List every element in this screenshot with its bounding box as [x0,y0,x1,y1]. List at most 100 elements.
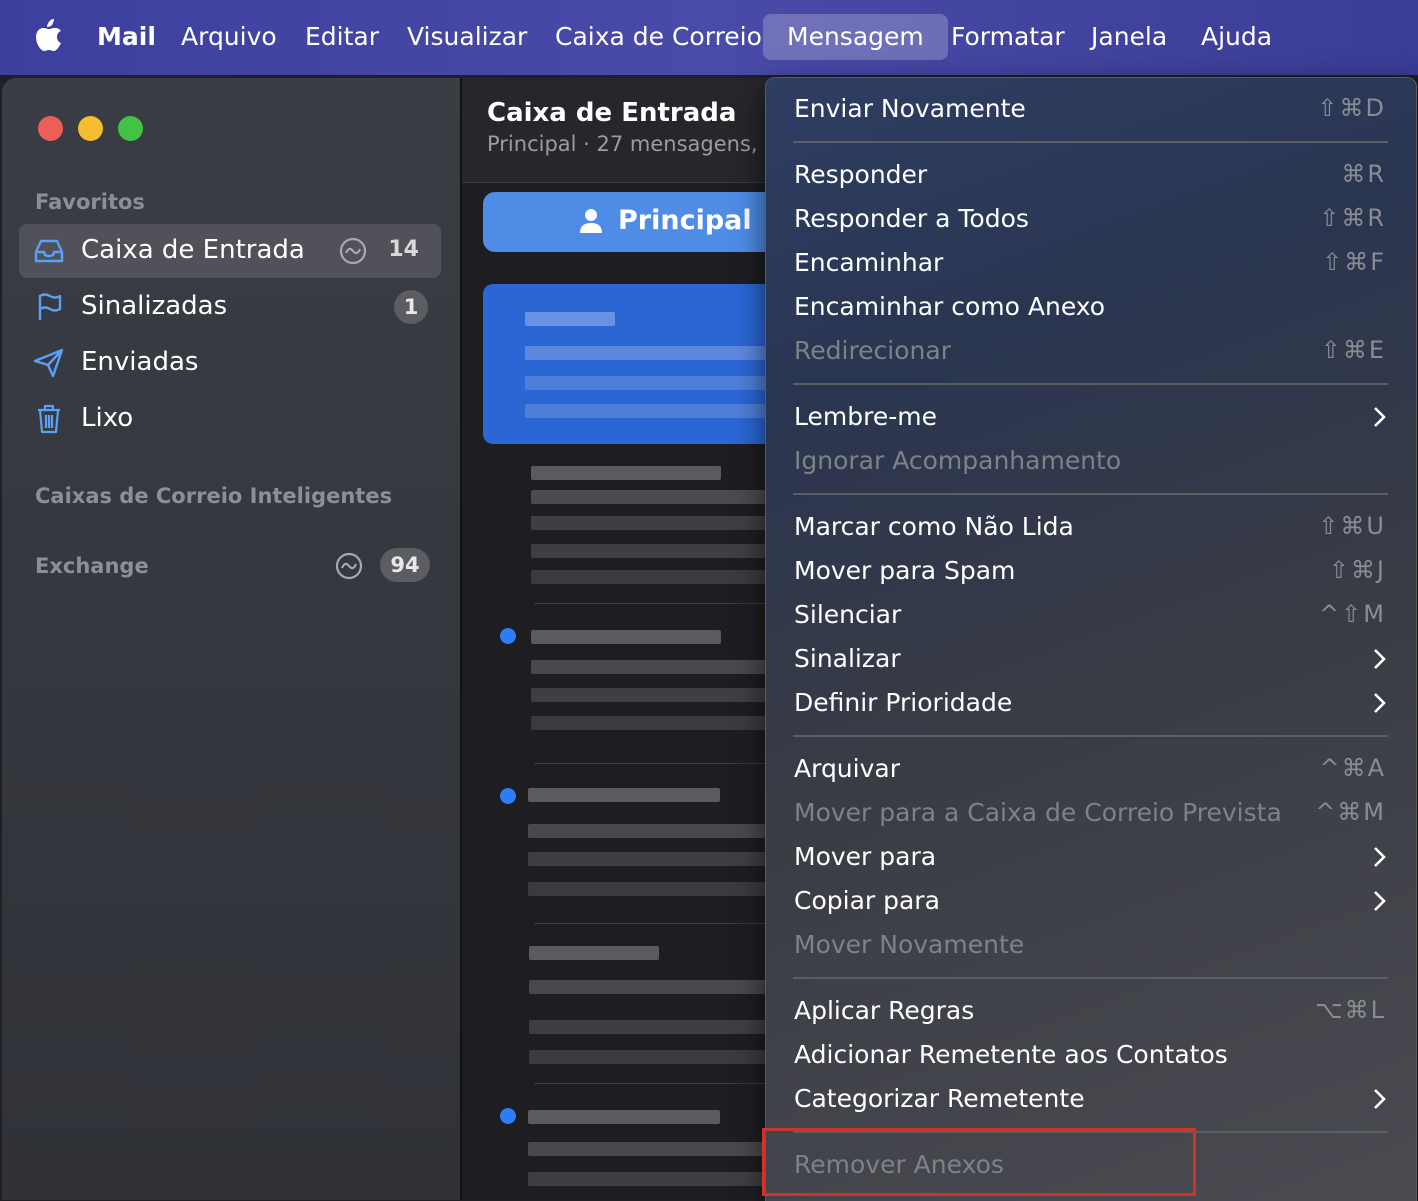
sidebar-item-inbox[interactable]: Caixa de Entrada 14 [19,224,441,278]
blurred-text [531,716,791,730]
menu-item-label: Encaminhar [794,248,944,277]
inbox-icon [34,239,64,263]
menu-item-categorizar-remetente[interactable]: Categorizar Remetente [766,1079,1416,1123]
blurred-text [525,404,785,418]
menu-ajuda[interactable]: Ajuda [1201,14,1272,60]
blurred-text [529,1020,791,1034]
menu-item-label: Copiar para [794,886,940,915]
menu-item-sinalizar[interactable]: Sinalizar [766,639,1416,683]
list-item[interactable] [483,284,793,444]
list-item[interactable] [483,460,793,600]
shortcut: ^⌘M [1315,798,1386,826]
menu-item-label: Redirecionar [794,336,951,365]
blurred-text [531,544,791,558]
menu-item-encaminhar[interactable]: Encaminhar ⇧⌘F [766,243,1416,287]
menu-item-adicionar-remetente[interactable]: Adicionar Remetente aos Contatos [766,1035,1416,1079]
blurred-text [528,788,720,802]
menu-item-definir-prioridade[interactable]: Definir Prioridade [766,683,1416,727]
blurred-text [531,516,791,530]
blurred-text [531,466,721,480]
menu-item-label: Responder [794,160,928,189]
menu-item-aplicar-regras[interactable]: Aplicar Regras ⌥⌘L [766,991,1416,1035]
trash-icon [38,404,60,434]
blurred-text [531,630,721,644]
minimize-window-button[interactable] [78,116,103,141]
menu-formatar[interactable]: Formatar [951,14,1065,60]
menu-separator [793,141,1388,143]
blurred-text [525,346,785,360]
close-window-button[interactable] [38,116,63,141]
menu-bar: Mail Arquivo Editar Visualizar Caixa de … [0,0,1418,75]
menu-arquivo[interactable]: Arquivo [181,14,277,60]
menu-caixa-de-correio[interactable]: Caixa de Correio [555,14,762,60]
menu-item-label: Mover para Spam [794,556,1016,585]
smart-mailboxes-header[interactable]: Caixas de Correio Inteligentes [35,484,392,508]
menu-item-label: Definir Prioridade [794,688,1013,717]
chevron-right-icon [1374,1089,1386,1109]
page-title: Caixa de Entrada [487,98,737,128]
menu-item-ignorar-acompanhamento: Ignorar Acompanhamento [766,441,1416,485]
inbox-count: 14 [388,237,419,262]
menu-item-label: Arquivar [794,754,900,783]
zoom-window-button[interactable] [118,116,143,141]
shortcut: ⇧⌘U [1318,512,1386,540]
menu-separator [793,977,1388,979]
menu-item-lembre-me[interactable]: Lembre-me [766,397,1416,441]
flagged-count-badge: 1 [394,290,428,324]
menu-visualizar[interactable]: Visualizar [407,14,527,60]
menu-item-mover-para[interactable]: Mover para [766,837,1416,881]
chevron-right-icon [1374,407,1386,427]
chevron-right-icon [1374,693,1386,713]
annotation-highlight-box [762,1128,1196,1196]
blurred-text [528,882,790,896]
sidebar-item-label: Caixa de Entrada [81,235,305,265]
list-item[interactable] [483,940,793,1080]
menu-mensagem[interactable]: Mensagem [763,14,948,60]
menu-item-label: Mover para a Caixa de Correio Prevista [794,798,1282,827]
blurred-text [531,570,791,584]
menu-item-marcar-como-nao-lida[interactable]: Marcar como Não Lida ⇧⌘U [766,507,1416,551]
shortcut: ⇧⌘D [1317,94,1386,122]
menu-item-responder[interactable]: Responder ⌘R [766,155,1416,199]
blurred-text [525,312,615,326]
exchange-header[interactable]: Exchange [35,554,149,578]
list-item[interactable] [483,778,793,918]
sidebar-item-sent[interactable]: Enviadas [19,336,441,390]
blurred-text [531,660,791,674]
person-icon [580,209,602,233]
blurred-text [528,1142,790,1156]
tab-principal[interactable]: Principal [483,192,793,252]
message-list: Caixa de Entrada Principal · 27 mensagen… [462,78,793,1200]
apple-icon[interactable] [30,18,64,54]
sidebar-item-flagged[interactable]: Sinalizadas 1 [19,280,441,334]
list-item[interactable] [483,618,793,758]
menu-item-label: Adicionar Remetente aos Contatos [794,1040,1228,1069]
menu-item-label: Encaminhar como Anexo [794,292,1106,321]
blurred-text [528,1110,720,1124]
divider [534,763,774,764]
menu-mail[interactable]: Mail [97,14,156,60]
menu-item-label: Responder a Todos [794,204,1029,233]
menu-item-silenciar[interactable]: Silenciar ^⇧M [766,595,1416,639]
menu-item-label: Marcar como Não Lida [794,512,1074,541]
menu-separator [793,735,1388,737]
shortcut: ⇧⌘J [1328,556,1386,584]
menu-item-mover-para-spam[interactable]: Mover para Spam ⇧⌘J [766,551,1416,595]
menu-item-mover-novamente: Mover Novamente [766,925,1416,969]
sidebar-item-trash[interactable]: Lixo [19,392,441,446]
menu-item-encaminhar-como-anexo[interactable]: Encaminhar como Anexo [766,287,1416,331]
list-item[interactable] [483,1098,793,1198]
blurred-text [528,824,790,838]
menu-editar[interactable]: Editar [305,14,379,60]
flag-icon [38,293,62,320]
menu-item-label: Aplicar Regras [794,996,975,1025]
menu-item-arquivar[interactable]: Arquivar ^⌘A [766,749,1416,793]
sidebar-item-label: Enviadas [81,347,199,377]
menu-item-enviar-novamente[interactable]: Enviar Novamente ⇧⌘D [766,89,1416,133]
menu-item-label: Enviar Novamente [794,94,1026,123]
shortcut: ⇧⌘R [1319,204,1386,232]
shortcut: ^⇧M [1319,600,1386,628]
menu-item-responder-a-todos[interactable]: Responder a Todos ⇧⌘R [766,199,1416,243]
menu-janela[interactable]: Janela [1091,14,1167,60]
menu-item-copiar-para[interactable]: Copiar para [766,881,1416,925]
